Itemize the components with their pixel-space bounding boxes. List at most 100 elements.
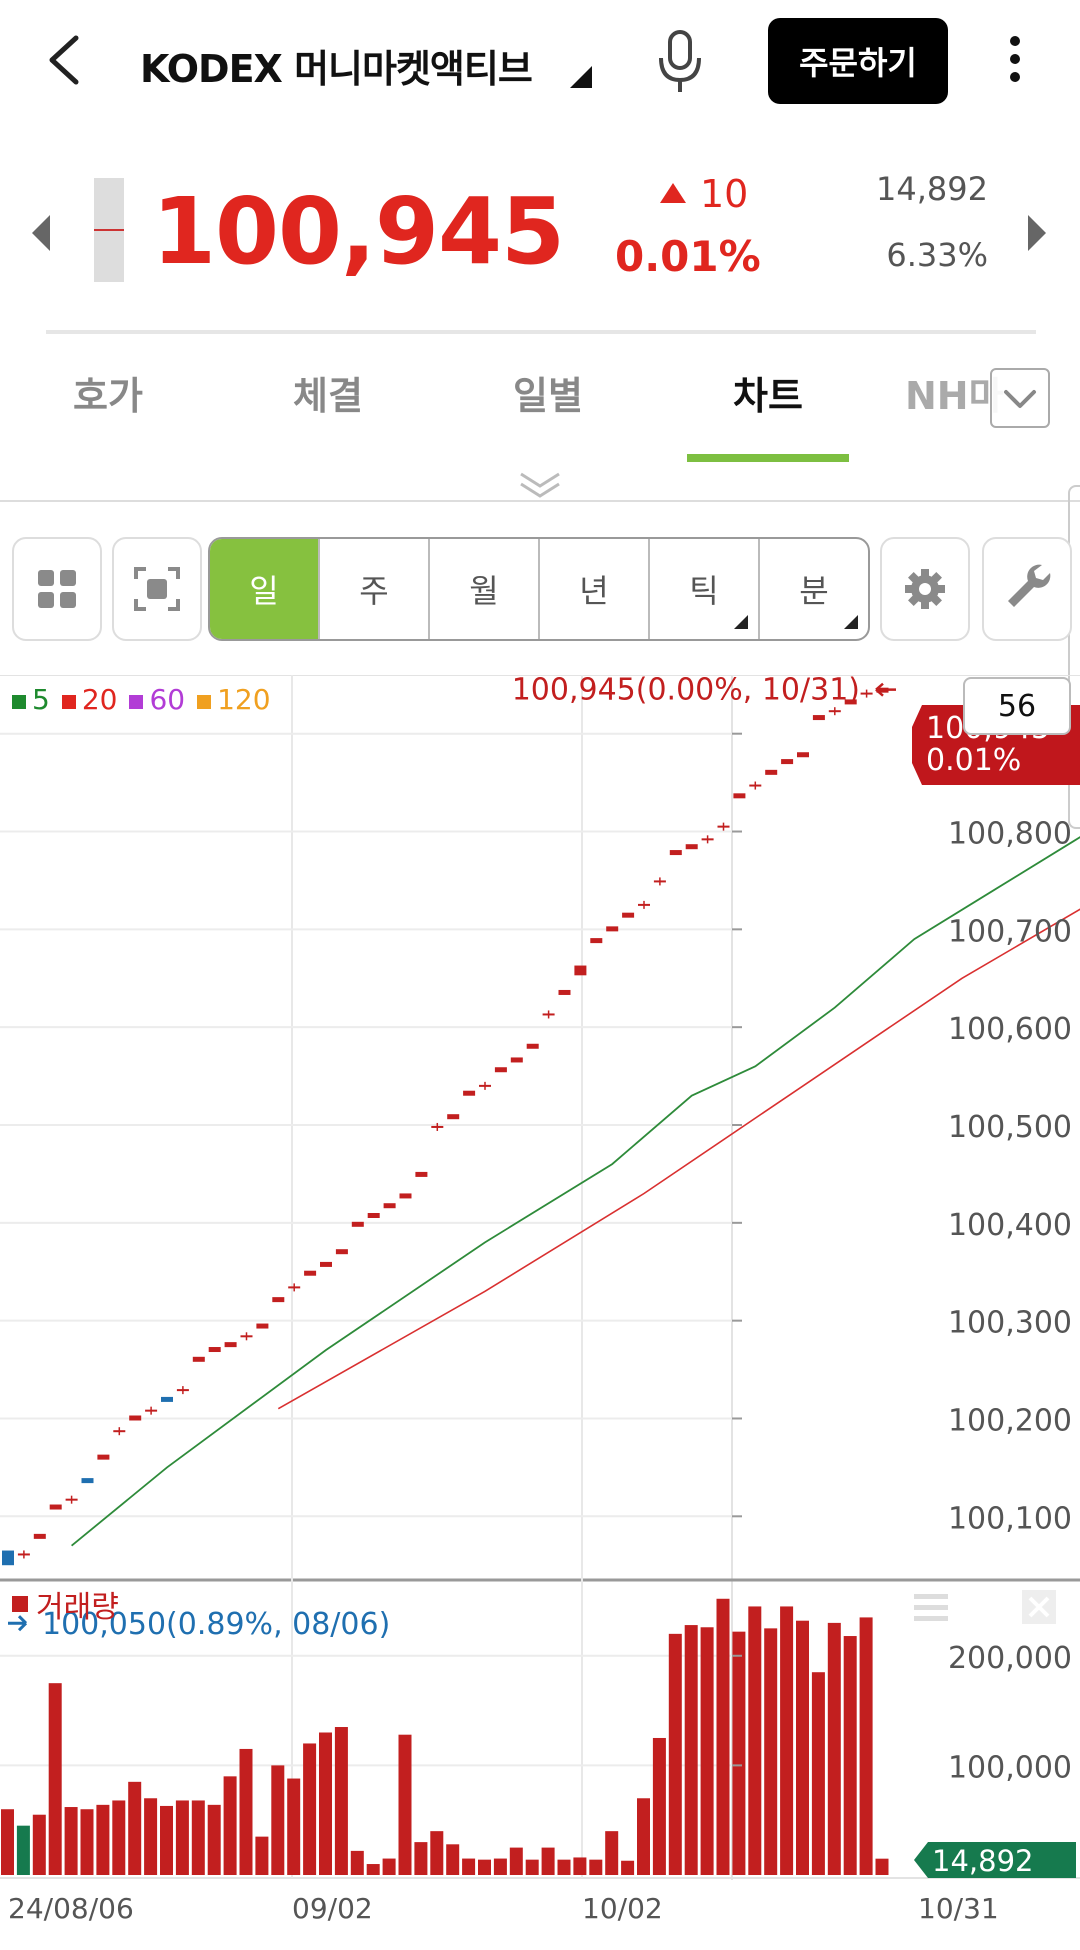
order-button[interactable]: 주문하기 <box>768 18 948 104</box>
volume-bar <box>32 1814 46 1875</box>
candle <box>129 1415 142 1421</box>
prev-stock-arrow-icon[interactable] <box>32 215 50 251</box>
tab-hoga[interactable]: 호가 <box>33 365 183 420</box>
price-tick-label: 100,400 <box>948 1208 1072 1243</box>
tab-chegyeol[interactable]: 체결 <box>253 365 403 420</box>
price-tick-label: 100,500 <box>948 1110 1072 1145</box>
volume-bar <box>684 1625 698 1875</box>
candle <box>463 1090 476 1096</box>
ma-legend-label: 5 <box>32 683 50 716</box>
mini-candle-line <box>94 229 124 231</box>
period-year-button[interactable]: 년 <box>538 539 648 639</box>
candle <box>97 1454 110 1460</box>
volume-bar <box>446 1844 460 1875</box>
candle <box>558 989 571 995</box>
candle <box>192 1356 205 1362</box>
period-week-button[interactable]: 주 <box>318 539 428 639</box>
tabs-dropdown-chevron-icon[interactable] <box>990 368 1050 428</box>
volume-bar <box>827 1622 841 1875</box>
capture-button[interactable] <box>112 537 202 641</box>
price-chart[interactable]: 100,100 100,200 100,300 100,400 100,500 100,6… <box>0 675 1080 1950</box>
volume-bar <box>700 1627 714 1875</box>
volume-bar <box>589 1859 603 1875</box>
x-tick-label: 24/08/06 <box>8 1892 134 1925</box>
candle <box>399 1193 412 1199</box>
microphone-icon[interactable] <box>655 28 705 94</box>
price-change: 10 <box>700 172 749 216</box>
volume-bar <box>287 1778 301 1875</box>
collapse-chevron-icon[interactable] <box>505 470 575 500</box>
volume-bar <box>796 1620 809 1875</box>
volume-bar <box>652 1737 666 1875</box>
candle <box>33 1533 46 1539</box>
ma-legend-label: 60 <box>149 683 186 716</box>
candle <box>606 926 619 932</box>
volume-bar <box>382 1858 396 1875</box>
x-tick-label: 10/31 <box>918 1892 999 1925</box>
candle <box>2 1550 14 1566</box>
chart-tools-button[interactable] <box>982 537 1072 641</box>
period-tick-label: 틱 <box>689 572 719 610</box>
candle <box>812 715 825 721</box>
candle <box>781 759 794 765</box>
candle <box>49 1504 62 1510</box>
volume-bar <box>811 1672 825 1875</box>
ma-legend-swatch <box>197 695 212 709</box>
period-minute-button[interactable]: 분 <box>758 539 868 639</box>
volume-bar <box>64 1807 78 1875</box>
volume-bar <box>621 1860 635 1875</box>
quantity-badge[interactable]: 56 <box>963 677 1071 735</box>
volume-bar <box>557 1859 571 1875</box>
candle <box>494 1067 507 1073</box>
ma-legend-swatch <box>129 695 144 709</box>
menu-corner-icon <box>734 615 748 629</box>
ma-legend-swatch <box>12 695 26 709</box>
candle <box>367 1213 380 1218</box>
menu-bar <box>914 1616 948 1621</box>
back-arrow-icon[interactable] <box>40 30 90 90</box>
candle <box>383 1203 396 1209</box>
candle <box>304 1270 317 1276</box>
high-arrow-icon <box>875 682 896 697</box>
turnover-rate: 6.33% <box>886 236 988 274</box>
low-arrow-icon <box>8 1615 28 1632</box>
volume-bar <box>732 1631 746 1875</box>
wrench-icon <box>1008 564 1051 607</box>
grid-icon <box>38 570 76 608</box>
period-minute-label: 분 <box>799 572 829 610</box>
volume-bar <box>414 1842 428 1875</box>
volume-bar <box>541 1847 555 1875</box>
volume-bar <box>780 1606 794 1875</box>
candle <box>272 1297 285 1303</box>
next-stock-arrow-icon[interactable] <box>1028 215 1046 251</box>
period-month-button[interactable]: 월 <box>428 539 538 639</box>
volume-bar <box>462 1858 476 1875</box>
chart-settings-button[interactable] <box>880 537 970 641</box>
volume-legend-label: 거래량 <box>36 1590 119 1625</box>
menu-bar <box>914 1594 948 1599</box>
price-tick-label: 100,300 <box>948 1306 1072 1341</box>
period-day-button[interactable]: 일 <box>210 539 318 639</box>
tab-chart[interactable]: 차트 <box>693 365 843 420</box>
high-annotation: 100,945(0.00%, 10/31) <box>512 675 860 708</box>
stock-title[interactable]: KODEX 머니마켓액티브 <box>140 38 533 93</box>
tab-ilbyeol[interactable]: 일별 <box>473 365 623 420</box>
volume-tick-label: 200,000 <box>948 1641 1072 1676</box>
price-tick-label: 100,100 <box>948 1501 1072 1536</box>
volume-bar <box>271 1765 285 1875</box>
price-tick-label: 100,600 <box>948 1012 1072 1047</box>
candle <box>320 1261 332 1267</box>
volume-bar <box>239 1748 253 1875</box>
candle <box>335 1249 348 1255</box>
volume-bar <box>430 1831 444 1875</box>
candle <box>81 1478 94 1484</box>
stock-select-caret-icon[interactable] <box>570 66 592 88</box>
volume-bar <box>191 1800 205 1875</box>
candle <box>256 1323 269 1329</box>
candle <box>351 1221 364 1227</box>
more-menu-icon[interactable] <box>1000 30 1030 94</box>
period-tick-button[interactable]: 틱 <box>648 539 758 639</box>
volume-bar <box>398 1734 412 1875</box>
candle <box>797 752 809 758</box>
grid-layout-button[interactable] <box>12 537 102 641</box>
